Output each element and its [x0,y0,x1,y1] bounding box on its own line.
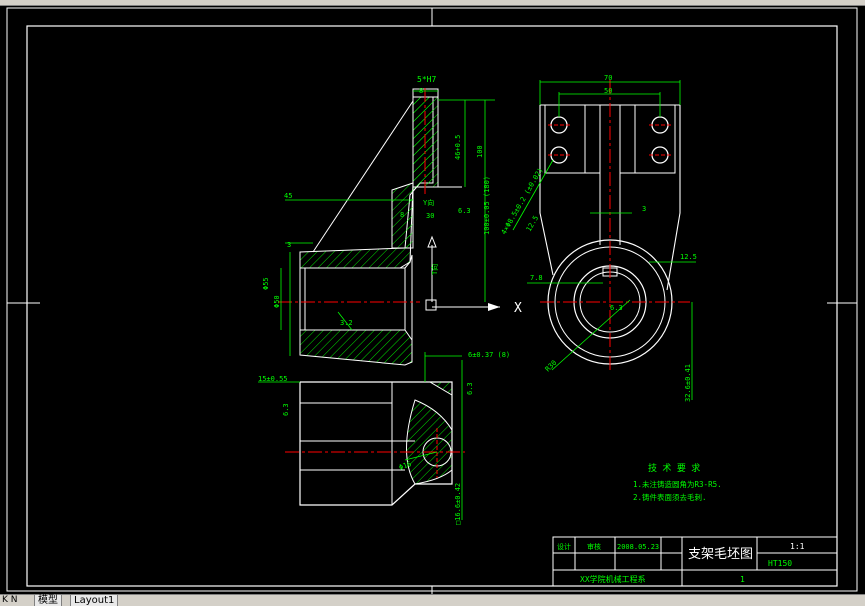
dim-100: 100 [476,145,484,158]
dim-70: 70 [604,74,612,82]
dim-3-2: 3.2 [340,319,353,327]
dim-dia55: Φ55 [262,277,270,290]
tech-note-1: 1.未注铸造圆角为R3-R5. [633,479,722,489]
tab-nav-arrows[interactable]: K N [2,595,18,606]
tab-model[interactable]: 模型 [34,595,62,606]
tb-cell-date: 2008.05.23 [617,543,659,551]
dim-6-3-front: 6.3 [458,207,471,215]
dim-100-tol: 100±0.05 (180) [483,176,491,235]
layout-tab-bar: K N 模型 Layout1 [0,594,865,606]
dim-45: 45 [284,192,292,200]
view-mark-x: X [514,301,522,316]
dim-dia50: Φ50 [273,295,281,308]
dim-3-front: 3 [287,241,291,249]
drawing-title: 支架毛坯图 [688,547,753,562]
bottom-view: 6±0.37 (8) 15±0.55 6.3 6.3 Φ16 □16.6±0.4… [258,351,510,525]
sheet-number: 1 [740,575,745,584]
school-name: XX学院机械工程系 [580,574,646,584]
dim-3-side: 3 [642,205,646,213]
dim-7-8: 7.8 [530,274,543,282]
dim-50: 50 [604,87,612,95]
front-view: X 5*H7 8 46+0.5 100 45 8 Y向 30 6.3 3 100… [262,75,522,366]
dim-8-top: 8 [419,87,423,95]
tech-note-2: 2.铸件表面须去毛刺. [633,492,707,502]
side-view: 70 50 4×Φ8.5±0.2 (±0.02) 12.5 3 7.8 12.5… [500,74,697,402]
tb-cell-designer: 设计 [557,542,571,551]
dim-6-3-side: 6.3 [610,304,623,312]
drawing-material: HT150 [768,559,792,568]
dim-6-3-left: 6.3 [282,403,290,416]
dim-30: 30 [426,212,434,220]
tb-cell-reviewer: 审核 [587,542,601,551]
dim-46: 46+0.5 [454,135,462,160]
cad-drawing-canvas[interactable]: X 5*H7 8 46+0.5 100 45 8 Y向 30 6.3 3 100… [0,6,865,594]
dim-4-holes: 4×Φ8.5±0.2 (±0.02) [500,166,545,236]
dim-12-5-b: 12.5 [680,253,697,261]
technical-notes: 技 术 要 求 1.未注铸造圆角为R3-R5. 2.铸件表面须去毛刺. [633,462,722,502]
dim-15: 15±0.55 [258,375,288,383]
dim-12-5-a: 12.5 [525,214,540,233]
dim-32-6: 32.6±0.41 [684,364,692,402]
dim-16-6: □16.6±0.42 [454,483,462,525]
dim-t-view: T向 [430,264,439,275]
tab-layout1[interactable]: Layout1 [70,595,119,606]
dim-5h7: 5*H7 [417,75,436,84]
drawing-scale: 1:1 [790,542,805,551]
tech-notes-title: 技 术 要 求 [648,462,700,474]
dim-6-0-37: 6±0.37 (8) [468,351,510,359]
dim-r30: R30 [544,359,559,374]
dim-6-3-right: 6.3 [466,382,474,395]
dim-y-view: Y向 [423,198,434,207]
dim-8-mid: 8 [400,211,404,219]
